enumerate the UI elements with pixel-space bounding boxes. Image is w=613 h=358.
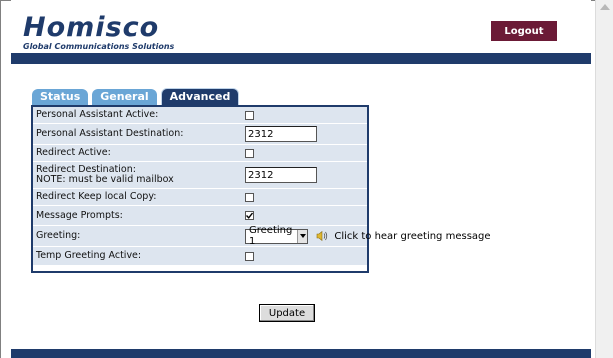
tab-status[interactable]: Status [32, 89, 89, 105]
tab-advanced[interactable]: Advanced [160, 88, 240, 105]
row-redirect-active: Redirect Active: [33, 145, 367, 162]
greeting-hint-text: Click to hear greeting message [334, 230, 491, 242]
chevron-down-icon[interactable] [296, 229, 308, 243]
redirect-active-checkbox[interactable] [245, 148, 254, 158]
row-label: Message Prompts: [36, 209, 123, 221]
row-personal-assistant-active: Personal Assistant Active: [33, 107, 367, 124]
logo-wordmark: Homisco [23, 12, 160, 43]
row-message-prompts: Message Prompts: [33, 206, 367, 226]
footer-bar [11, 349, 591, 358]
redirect-destination-input[interactable] [245, 167, 317, 183]
temp-greeting-active-checkbox[interactable] [245, 251, 254, 261]
update-button[interactable]: Update [259, 304, 315, 322]
personal-assistant-destination-input[interactable] [245, 126, 317, 142]
row-label: Personal Assistant Destination: [36, 128, 184, 139]
advanced-settings-panel: Personal Assistant Active: Personal Assi… [31, 105, 491, 273]
row-label: Temp Greeting Active: [36, 250, 142, 261]
row-label-group: Redirect Destination: NOTE: must be vali… [36, 162, 174, 188]
redirect-keep-local-copy-checkbox[interactable] [245, 192, 254, 202]
row-redirect-keep-local-copy: Redirect Keep local Copy: [33, 189, 367, 206]
row-label: Redirect Keep local Copy: [36, 191, 157, 202]
homisco-logo: Homisco Global Communications Solutions [23, 14, 174, 51]
logo-tagline: Global Communications Solutions [23, 42, 175, 51]
row-note: NOTE: must be valid mailbox [36, 174, 174, 185]
row-redirect-destination: Redirect Destination: NOTE: must be vali… [33, 162, 367, 189]
row-label: Redirect Active: [36, 147, 111, 158]
tab-bar: Status General Advanced [32, 88, 243, 105]
row-label: Personal Assistant Active: [36, 109, 159, 120]
row-personal-assistant-destination: Personal Assistant Destination: [33, 124, 367, 145]
logout-button[interactable]: Logout [491, 21, 557, 41]
tab-general[interactable]: General [92, 89, 157, 105]
vertical-scrollbar[interactable] [595, 0, 613, 358]
scroll-up-arrow-icon[interactable] [600, 4, 610, 10]
greeting-select-value: Greeting 1 [249, 225, 293, 247]
header-banner [11, 53, 591, 64]
greeting-select[interactable]: Greeting 1 [245, 225, 309, 247]
personal-assistant-active-checkbox[interactable] [245, 110, 254, 120]
message-prompts-checkbox[interactable] [245, 211, 254, 220]
speaker-icon[interactable] [316, 230, 328, 242]
row-temp-greeting-active: Temp Greeting Active: [33, 247, 367, 266]
row-greeting: Greeting: Greeting 1 Click to hear greet… [33, 225, 491, 247]
row-label: Greeting: [36, 230, 81, 241]
checkmark-icon [246, 212, 253, 219]
